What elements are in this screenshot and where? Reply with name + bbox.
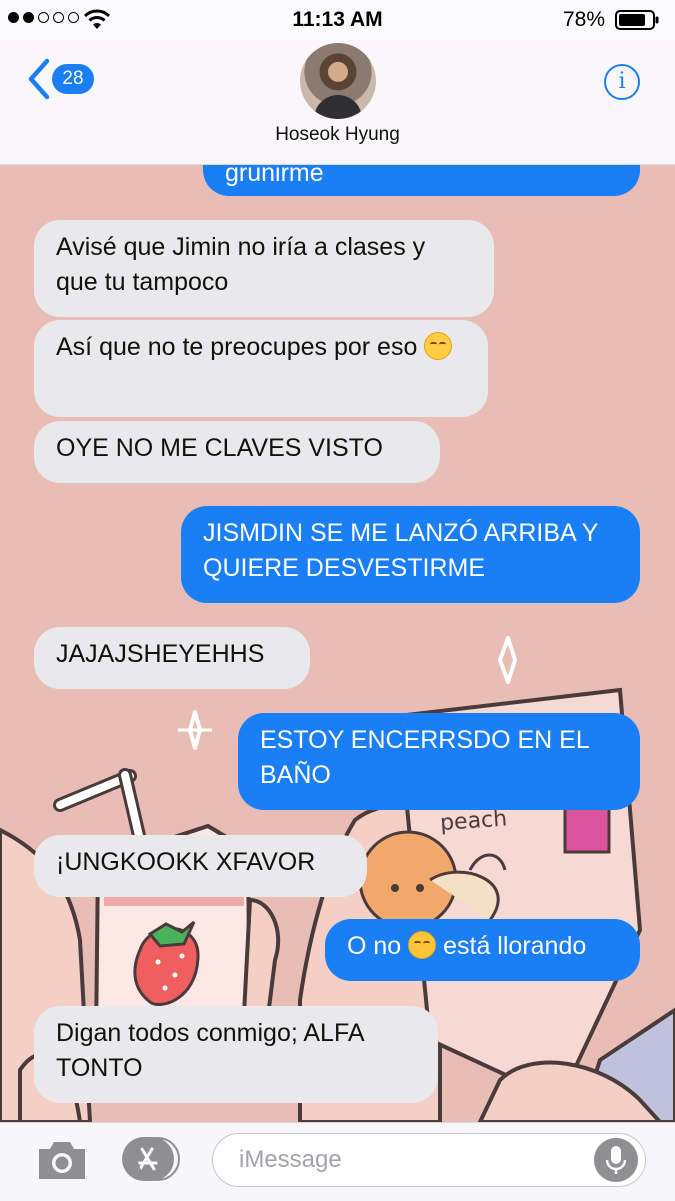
message-bubble-outgoing[interactable]: ESTOY ENCERRSDO EN EL BAÑO: [238, 713, 640, 810]
peach-carton-label: peach: [439, 806, 508, 836]
camera-icon[interactable]: [36, 1139, 88, 1181]
battery-percentage: 78%: [562, 8, 605, 31]
message-bubble-outgoing[interactable]: grunirme: [203, 164, 640, 196]
relieved-face-emoji: [424, 332, 453, 360]
avatar[interactable]: [300, 43, 376, 119]
message-bubble-incoming[interactable]: ¡UNGKOOKK XFAVOR: [34, 835, 367, 897]
contact-name[interactable]: Hoseok Hyung: [0, 124, 675, 146]
info-icon[interactable]: i: [604, 64, 640, 100]
conversation-header: 28 Hoseok Hyung i: [0, 40, 675, 165]
battery-icon: [615, 10, 659, 30]
message-input[interactable]: [212, 1133, 646, 1187]
chevron-left-icon[interactable]: [26, 58, 52, 100]
app-store-icon[interactable]: [122, 1137, 180, 1181]
message-bubble-incoming[interactable]: Así que no te preocupes por eso: [34, 320, 488, 417]
message-bubble-outgoing[interactable]: O no está llorando: [325, 919, 640, 981]
message-bubble-incoming[interactable]: JAJAJSHEYEHHS: [34, 627, 310, 689]
message-bubble-incoming[interactable]: OYE NO ME CLAVES VISTO: [34, 421, 440, 483]
message-bubble-incoming[interactable]: Avisé que Jimin no iría a clases y que t…: [34, 220, 494, 317]
message-thread[interactable]: peach grunirme Avisé que Jimin no iría a…: [0, 164, 675, 1122]
status-bar: 11:13 AM 78%: [0, 0, 675, 40]
unread-count-badge[interactable]: 28: [52, 64, 94, 94]
confounded-face-emoji: [408, 931, 437, 959]
message-bubble-outgoing[interactable]: JISMDIN SE ME LANZÓ ARRIBA Y QUIERE DESV…: [181, 506, 640, 603]
message-bubble-incoming[interactable]: Digan todos conmigo; ALFA TONTO: [34, 1006, 438, 1103]
microphone-icon[interactable]: [594, 1138, 638, 1182]
message-input-bar: [0, 1122, 675, 1201]
